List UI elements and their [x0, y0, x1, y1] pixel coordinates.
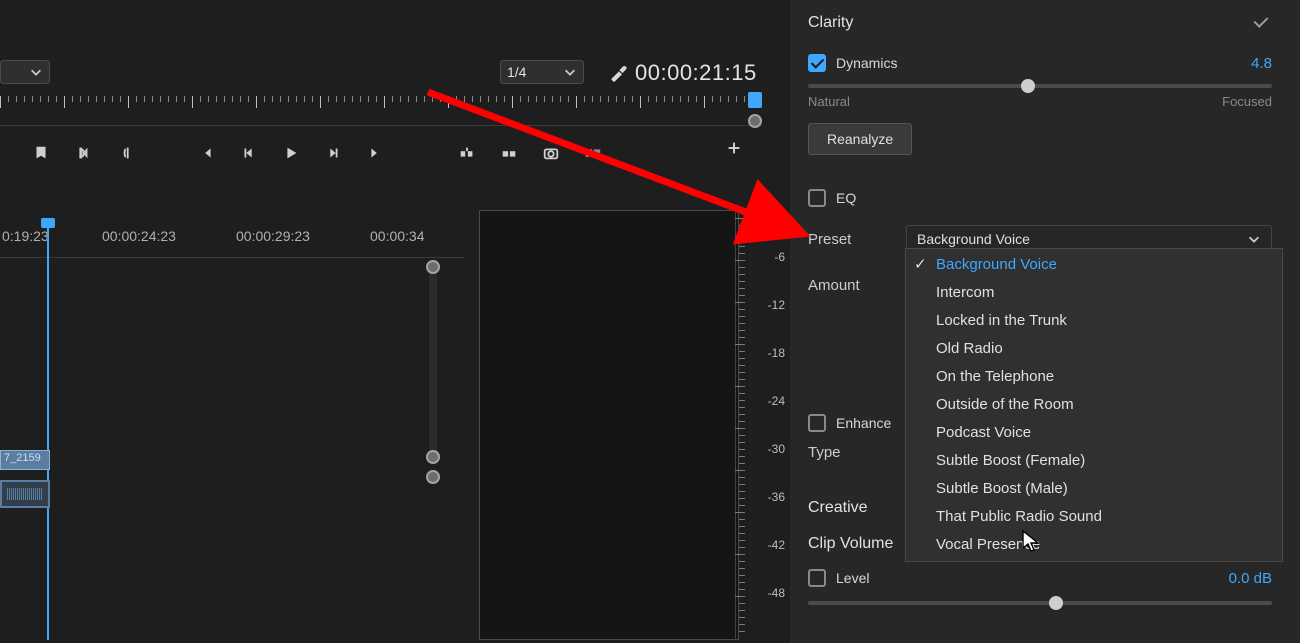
- dynamics-label: Dynamics: [836, 55, 897, 71]
- eq-label: EQ: [836, 190, 856, 206]
- essential-sound-panel: Clarity Dynamics 4.8 Natural Focused Rea…: [790, 0, 1300, 643]
- type-label: Type: [808, 444, 878, 461]
- db-label: -42: [747, 538, 785, 552]
- waveform-icon: [7, 488, 44, 500]
- play-button[interactable]: [280, 142, 302, 164]
- timecode-display[interactable]: 00:00:21:15: [635, 60, 757, 86]
- step-forward-button[interactable]: [322, 142, 344, 164]
- db-scale: -6 -12 -18 -24 -30 -36 -42 -48: [735, 210, 785, 640]
- marker-button[interactable]: [30, 142, 52, 164]
- preset-selected-value: Background Voice: [917, 231, 1030, 247]
- preset-label: Preset: [808, 231, 878, 248]
- work-area-end-handle[interactable]: [748, 92, 762, 108]
- timeline-ruler[interactable]: 0:19:23 00:00:24:23 00:00:29:23 00:00:34: [0, 228, 465, 258]
- creative-label: Creative: [808, 499, 868, 517]
- preset-option[interactable]: Background Voice: [906, 251, 1282, 279]
- preset-option[interactable]: Subtle Boost (Female): [906, 447, 1282, 475]
- eq-checkbox[interactable]: [808, 189, 826, 207]
- preset-option[interactable]: Outside of the Room: [906, 391, 1282, 419]
- resolution-value: 1/4: [507, 64, 526, 80]
- scrollbar-handle[interactable]: [426, 470, 440, 484]
- wrench-icon[interactable]: [608, 62, 628, 82]
- zoom-scroll-handle[interactable]: [748, 114, 762, 128]
- ruler-ticks: [0, 96, 762, 125]
- clarity-checkbox[interactable]: [1254, 14, 1272, 32]
- transport-controls: [30, 138, 770, 168]
- preset-option[interactable]: Old Radio: [906, 335, 1282, 363]
- export-frame-button[interactable]: [540, 142, 562, 164]
- timecode-label: 00:00:24:23: [102, 228, 176, 244]
- add-button[interactable]: [724, 138, 744, 158]
- preset-option[interactable]: On the Telephone: [906, 363, 1282, 391]
- dynamics-row: Dynamics 4.8: [808, 54, 1272, 72]
- work-area-ruler[interactable]: [0, 96, 762, 126]
- go-to-out-button[interactable]: [364, 142, 386, 164]
- scrollbar-handle[interactable]: [426, 260, 440, 274]
- meter-display: [479, 210, 739, 640]
- reanalyze-button[interactable]: Reanalyze: [808, 123, 912, 155]
- step-back-button[interactable]: [238, 142, 260, 164]
- amount-label: Amount: [808, 277, 878, 294]
- level-checkbox[interactable]: [808, 569, 826, 587]
- zoom-dropdown[interactable]: [0, 60, 50, 84]
- slider-handle[interactable]: [1049, 596, 1063, 610]
- slider-max-label: Focused: [1222, 94, 1272, 109]
- db-label: -30: [747, 442, 785, 456]
- slider-handle[interactable]: [1021, 79, 1035, 93]
- dynamics-slider[interactable]: [808, 84, 1272, 88]
- chevron-down-icon: [563, 65, 577, 79]
- db-label: -24: [747, 394, 785, 408]
- db-label: -48: [747, 586, 785, 600]
- level-slider[interactable]: [808, 601, 1272, 605]
- timecode-label: 0:19:23: [2, 228, 49, 244]
- enhance-label: Enhance: [836, 415, 891, 431]
- audio-clip[interactable]: [0, 480, 50, 508]
- db-label: -6: [747, 250, 785, 264]
- timecode-label: 00:00:34: [370, 228, 425, 244]
- overwrite-button[interactable]: [498, 142, 520, 164]
- preset-option[interactable]: Vocal Presence: [906, 531, 1282, 559]
- level-value[interactable]: 0.0 dB: [1229, 570, 1272, 587]
- db-label: -18: [747, 346, 785, 360]
- video-clip[interactable]: 7_2159: [0, 450, 50, 470]
- go-to-in-button[interactable]: [196, 142, 218, 164]
- enhance-checkbox[interactable]: [808, 414, 826, 432]
- level-label: Level: [836, 570, 869, 586]
- clarity-section-header: Clarity: [808, 14, 1272, 32]
- level-row: Level 0.0 dB: [808, 569, 1272, 587]
- dynamics-checkbox[interactable]: [808, 54, 826, 72]
- timeline-panel: 0:19:23 00:00:24:23 00:00:29:23 00:00:34…: [0, 180, 465, 640]
- clip-volume-label: Clip Volume: [808, 535, 893, 552]
- preset-option[interactable]: That Public Radio Sound: [906, 503, 1282, 531]
- in-point-button[interactable]: [72, 142, 94, 164]
- clarity-label: Clarity: [808, 14, 853, 32]
- preset-option[interactable]: Intercom: [906, 279, 1282, 307]
- top-toolbar: 1/4 00:00:21:15: [0, 60, 790, 88]
- main-workspace: 1/4 00:00:21:15 0:19:23 00:00:24:23: [0, 0, 790, 643]
- timecode-label: 00:00:29:23: [236, 228, 310, 244]
- track-zoom-scrollbar[interactable]: [429, 260, 437, 460]
- resolution-dropdown[interactable]: 1/4: [500, 60, 584, 84]
- eq-row: EQ: [808, 189, 1272, 207]
- preset-options-list: Background Voice Intercom Locked in the …: [905, 248, 1283, 562]
- dynamics-value[interactable]: 4.8: [1251, 55, 1272, 72]
- db-label: -36: [747, 490, 785, 504]
- comparison-view-button[interactable]: [582, 142, 604, 164]
- insert-button[interactable]: [456, 142, 478, 164]
- out-point-button[interactable]: [114, 142, 136, 164]
- preset-option[interactable]: Subtle Boost (Male): [906, 475, 1282, 503]
- slider-min-label: Natural: [808, 94, 850, 109]
- dynamics-slider-labels: Natural Focused: [808, 94, 1272, 109]
- chevron-down-icon: [29, 65, 43, 79]
- chevron-down-icon: [1247, 232, 1261, 246]
- playhead[interactable]: [47, 228, 49, 640]
- audio-meter-panel: -6 -12 -18 -24 -30 -36 -42 -48: [465, 180, 790, 640]
- db-label: -12: [747, 298, 785, 312]
- scrollbar-handle[interactable]: [426, 450, 440, 464]
- preset-option[interactable]: Locked in the Trunk: [906, 307, 1282, 335]
- preset-option[interactable]: Podcast Voice: [906, 419, 1282, 447]
